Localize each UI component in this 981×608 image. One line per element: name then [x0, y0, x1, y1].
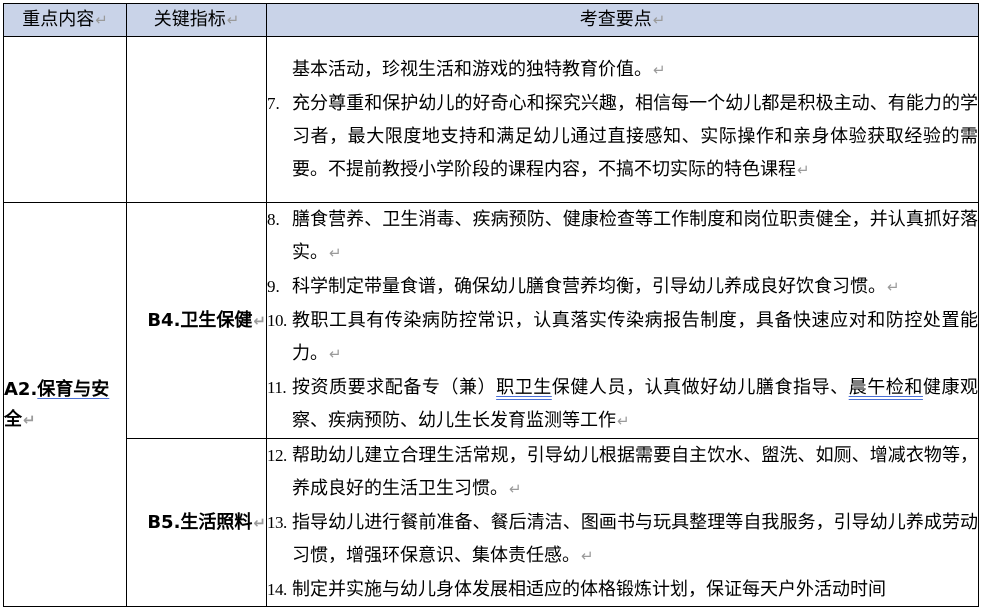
point-text-wrap: 科学制定带量食谱，确保幼儿膳食营养均衡，引导幼儿养成良好饮食习惯。↵	[292, 270, 978, 304]
return-mark-icon: ↵	[509, 480, 522, 498]
header-row: 重点内容↵ 关键指标↵ 考查要点↵	[3, 3, 979, 37]
list-item: 8. 膳食营养、卫生消毒、疾病预防、健康检查等工作制度和岗位职责健全，并认真抓好…	[267, 203, 978, 270]
point-number: 12.	[267, 446, 287, 465]
return-mark-icon: ↵	[23, 410, 36, 429]
return-mark-icon: ↵	[95, 11, 108, 29]
indicator-cell-b5: B5.生活照料↵	[126, 438, 267, 607]
return-mark-icon: ↵	[617, 412, 630, 430]
point-text-wrap: 充分尊重和保护幼儿的好奇心和探究兴趣，相信每一个幼儿都是积极主动、有能力的学习者…	[292, 87, 978, 187]
return-mark-icon: ↵	[797, 160, 810, 179]
indicator-label: B4.卫生保健	[147, 309, 253, 331]
point-text: 按资质要求配备专（兼）	[292, 377, 497, 398]
point-number: 14.	[267, 580, 287, 599]
header-indicator-text: 关键指标	[153, 9, 226, 30]
focus-name: 保育与安	[37, 378, 110, 400]
point-text: 教职工具有传染病防控常识，认真落实传染病报告制度，具备快速应对和防控处置能力。	[292, 310, 978, 364]
list-item: 9. 科学制定带量食谱，确保幼儿膳食营养均衡，引导幼儿养成良好饮食习惯。↵	[267, 270, 978, 304]
indicator-label: B5.生活照料	[147, 511, 253, 533]
points-cell: 8. 膳食营养、卫生消毒、疾病预防、健康检查等工作制度和岗位职责健全，并认真抓好…	[266, 202, 979, 439]
return-mark-icon: ↵	[652, 11, 666, 29]
return-mark-icon: ↵	[887, 278, 900, 296]
list-item: 14. 制定并实施与幼儿身体发展相适应的体格锻炼计划，保证每天户外活动时间	[267, 573, 978, 606]
header-points: 考查要点↵	[266, 3, 979, 37]
point-text: 制定并实施与幼儿身体发展相适应的体格锻炼计划，保证每天户外活动时间	[292, 579, 886, 600]
table-row: 基本活动，珍视生活和游戏的独特教育价值。↵ 7. 充分尊重和保护幼儿的好奇心和探…	[3, 36, 979, 203]
point-text: 充分尊重和保护幼儿的好奇心和探究兴趣，相信每一个幼儿都是积极主动、有能力的学习者…	[292, 92, 978, 180]
point-text-wrap: 按资质要求配备专（兼）职卫生保健人员，认真做好幼儿膳食指导、晨午检和健康观察、疾…	[292, 371, 978, 438]
point-number: 8.	[267, 210, 280, 229]
points-cell: 基本活动，珍视生活和游戏的独特教育价值。↵ 7. 充分尊重和保护幼儿的好奇心和探…	[266, 36, 979, 203]
header-focus: 重点内容↵	[3, 3, 127, 37]
point-continuation: 基本活动，珍视生活和游戏的独特教育价值。↵	[267, 53, 978, 87]
header-indicator: 关键指标↵	[126, 3, 267, 37]
point-text: 帮助幼儿建立合理生活常规，引导幼儿根据需要自主饮水、盥洗、如厕、增减衣物等，养成…	[292, 445, 978, 499]
return-mark-icon: ↵	[329, 244, 342, 262]
focus-cell-a2: A2.保育与安 全↵	[3, 202, 127, 607]
indicator-cell-b4: B4.卫生保健↵	[126, 202, 267, 439]
point-number: 9.	[267, 277, 280, 296]
point-number: 11.	[267, 378, 287, 397]
table-row: A2.保育与安 全↵ B4.卫生保健↵ 8. 膳食营养、卫生消毒、疾病预防、健康检…	[3, 202, 979, 607]
return-mark-icon: ↵	[581, 547, 594, 565]
point-text-wrap: 制定并实施与幼儿身体发展相适应的体格锻炼计划，保证每天户外活动时间	[292, 573, 978, 606]
return-mark-icon: ↵	[253, 311, 266, 330]
standards-table: 重点内容↵ 关键指标↵ 考查要点↵ 基本活动，珍视生活和游戏的独特教育价值。↵ …	[3, 3, 979, 607]
list-item: 10. 教职工具有传染病防控常识，认真落实传染病报告制度，具备快速应对和防控处置…	[267, 304, 978, 371]
point-number: 10.	[267, 311, 287, 330]
list-item: 13. 指导幼儿进行餐前准备、餐后清洁、图画书与玩具整理等自我服务，引导幼儿养成…	[267, 506, 978, 573]
point-text-wrap: 指导幼儿进行餐前准备、餐后清洁、图画书与玩具整理等自我服务，引导幼儿养成劳动习惯…	[292, 506, 978, 573]
point-text: 膳食营养、卫生消毒、疾病预防、健康检查等工作制度和岗位职责健全，并认真抓好落实。	[292, 209, 978, 263]
return-mark-icon: ↵	[253, 513, 266, 532]
header-focus-text: 重点内容	[22, 9, 95, 30]
point-text-wrap: 膳食营养、卫生消毒、疾病预防、健康检查等工作制度和岗位职责健全，并认真抓好落实。…	[292, 203, 978, 270]
return-mark-icon: ↵	[653, 60, 666, 79]
point-text: 科学制定带量食谱，确保幼儿膳食营养均衡，引导幼儿养成良好饮食习惯。	[292, 276, 886, 297]
return-mark-icon: ↵	[329, 345, 342, 363]
point-text: 指导幼儿进行餐前准备、餐后清洁、图画书与玩具整理等自我服务，引导幼儿养成劳动习惯…	[292, 512, 978, 566]
focus-prefix: A2.	[4, 378, 38, 400]
point-text-wrap: 教职工具有传染病防控常识，认真落实传染病报告制度，具备快速应对和防控处置能力。↵	[292, 304, 978, 371]
point-text-underlined: 晨午检和	[848, 377, 923, 398]
point-text-underlined: 职卫生	[496, 377, 552, 398]
empty-focus-cell	[3, 36, 127, 203]
table-row: B5.生活照料↵ 12. 帮助幼儿建立合理生活常规，引导幼儿根据需要自主饮水、盥…	[4, 438, 979, 607]
point-text-wrap: 帮助幼儿建立合理生活常规，引导幼儿根据需要自主饮水、盥洗、如厕、增减衣物等，养成…	[292, 439, 978, 506]
points-cell: 12. 帮助幼儿建立合理生活常规，引导幼儿根据需要自主饮水、盥洗、如厕、增减衣物…	[266, 438, 979, 607]
empty-indicator-cell	[126, 36, 267, 203]
list-item: 7. 充分尊重和保护幼儿的好奇心和探究兴趣，相信每一个幼儿都是积极主动、有能力的…	[267, 87, 978, 187]
return-mark-icon: ↵	[226, 11, 240, 29]
point-number: 13.	[267, 513, 287, 532]
point-text: 保健人员，认真做好幼儿膳食指导、	[551, 377, 849, 398]
header-points-text: 考查要点	[579, 9, 652, 30]
point-number: 7.	[267, 93, 280, 113]
list-item: 12. 帮助幼儿建立合理生活常规，引导幼儿根据需要自主饮水、盥洗、如厕、增减衣物…	[267, 439, 978, 506]
point-text: 基本活动，珍视生活和游戏的独特教育价值。	[292, 58, 652, 80]
focus-name-rest: 全	[4, 408, 22, 430]
list-item: 11. 按资质要求配备专（兼）职卫生保健人员，认真做好幼儿膳食指导、晨午检和健康…	[267, 371, 978, 438]
